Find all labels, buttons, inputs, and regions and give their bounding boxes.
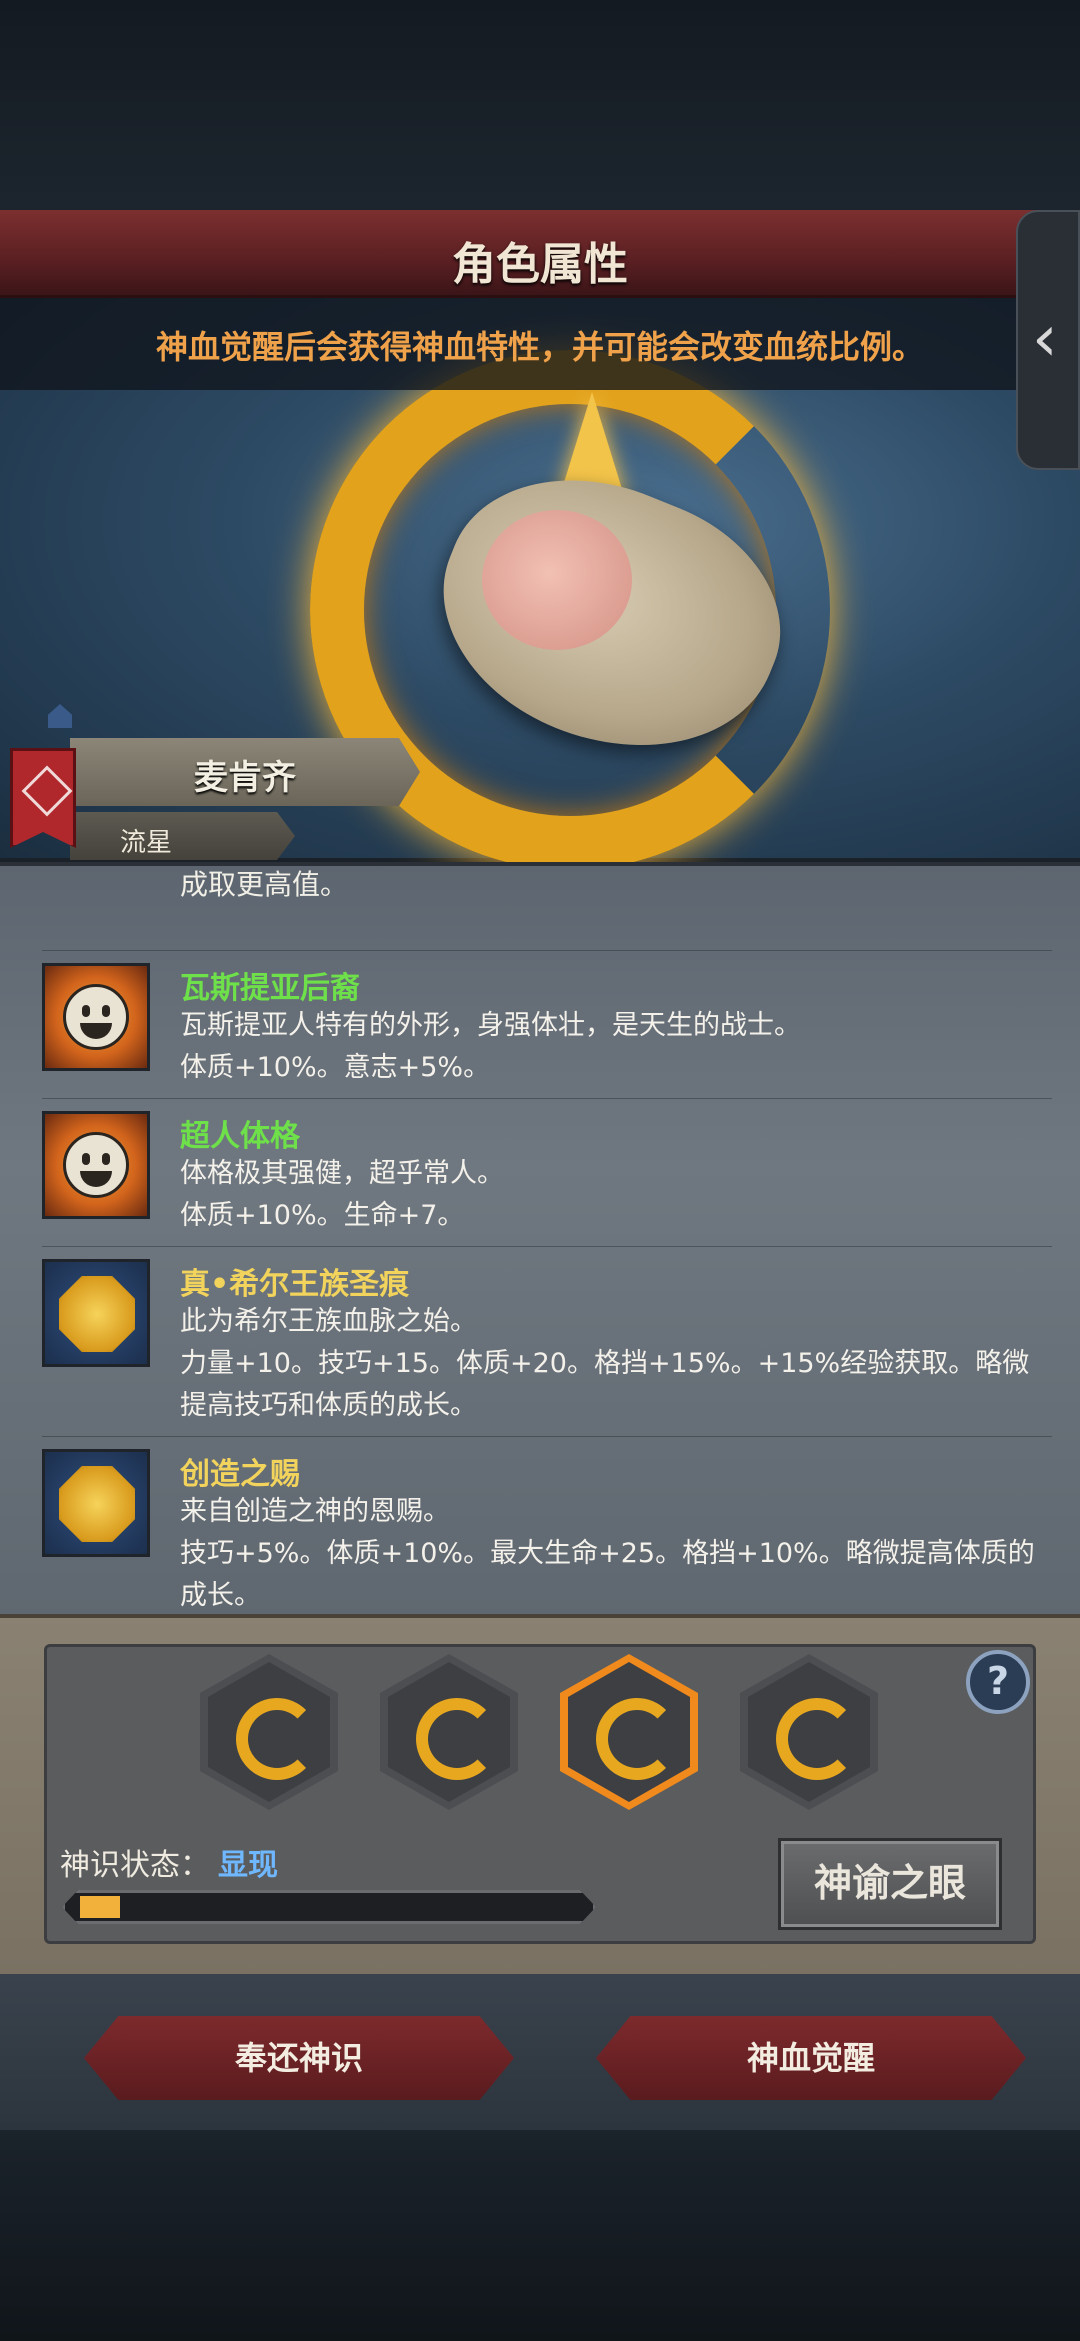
divine-emblem-icon [236,1698,318,1780]
character-title: 流星 [120,828,173,858]
trait-name: 超人体格 [180,1119,300,1154]
trait-name: 瓦斯提亚后裔 [180,971,360,1006]
divine-progress-fill [80,1896,120,1918]
top-background [0,0,1080,210]
character-face [482,510,632,650]
oracle-eye-button[interactable]: 神谕之眼 [778,1838,1002,1930]
title-plate [70,812,295,860]
page-title: 角色属性 [452,239,628,290]
trait-desc-line: 瓦斯提亚人特有的外形，身强体壮，是天生的战士。 [180,1010,801,1041]
side-drawer-tab[interactable]: ‹ [1016,210,1080,470]
divine-emblem-icon [416,1698,498,1780]
coin-icon [42,1259,150,1367]
hint-text: 神血觉醒后会获得神血特性，并可能会改变血统比例。 [155,328,924,366]
divine-emblem-icon [776,1698,858,1780]
character-name: 麦肯齐 [194,758,296,798]
trait-item: 创造之赐 来自创造之神的恩赐。 技巧+5%。体质+10%。最大生命+25。格挡+… [42,1436,1052,1611]
trait-desc: 瓦斯提亚人特有的外形，身强体壮，是天生的战士。 体质+10%。意志+5%。 [180,1005,1040,1089]
smile-icon [42,1111,150,1219]
trait-item: 超人体格 体格极其强健，超乎常人。 体质+10%。生命+7。 [42,1098,1052,1238]
trait-desc-line: 技巧+5%。体质+10%。最大生命+25。格挡+10%。略微提高体质的成长。 [180,1538,1035,1611]
trait-desc-line: 体格极其强健，超乎常人。 [180,1158,504,1189]
divine-status-label: 神识状态： [60,1848,210,1883]
trait-desc-line: 体质+10%。意志+5%。 [180,1052,491,1083]
return-divine-button[interactable]: 奉还神识 [84,2016,514,2100]
chevron-left-icon: ‹ [1032,302,1058,376]
trait-name: 真•希尔王族圣痕 [180,1267,410,1302]
trait-desc: 此为希尔王族血脉之始。 力量+10。技巧+15。体质+20。格挡+15%。+15… [180,1301,1040,1427]
partial-trait-text: 成取更高值。 [180,868,349,901]
trait-item: 真•希尔王族圣痕 此为希尔王族血脉之始。 力量+10。技巧+15。体质+20。格… [42,1246,1052,1421]
trait-desc: 来自创造之神的恩赐。 技巧+5%。体质+10%。最大生命+25。格挡+10%。略… [180,1491,1040,1617]
trait-name: 创造之赐 [180,1457,300,1492]
trait-desc: 体格极其强健，超乎常人。 体质+10%。生命+7。 [180,1153,1040,1237]
awaken-bloodline-button[interactable]: 神血觉醒 [596,2016,1026,2100]
trait-desc-line: 此为希尔王族血脉之始。 [180,1306,477,1337]
trait-desc-line: 力量+10。技巧+15。体质+20。格挡+15%。+15%经验获取。略微提高技巧… [180,1348,1030,1421]
coin-icon [42,1449,150,1557]
smile-icon [42,963,150,1071]
bottom-background [0,2130,1080,2341]
divine-emblem-icon [596,1698,678,1780]
divine-progress-bar [62,1890,596,1924]
help-button[interactable]: ? [966,1650,1030,1714]
trait-item: 瓦斯提亚后裔 瓦斯提亚人特有的外形，身强体壮，是天生的战士。 体质+10%。意志… [42,950,1052,1090]
trait-desc-line: 体质+10%。生命+7。 [180,1200,465,1231]
divine-status-value: 显现 [218,1848,278,1883]
trait-desc-line: 来自创造之神的恩赐。 [180,1496,450,1527]
